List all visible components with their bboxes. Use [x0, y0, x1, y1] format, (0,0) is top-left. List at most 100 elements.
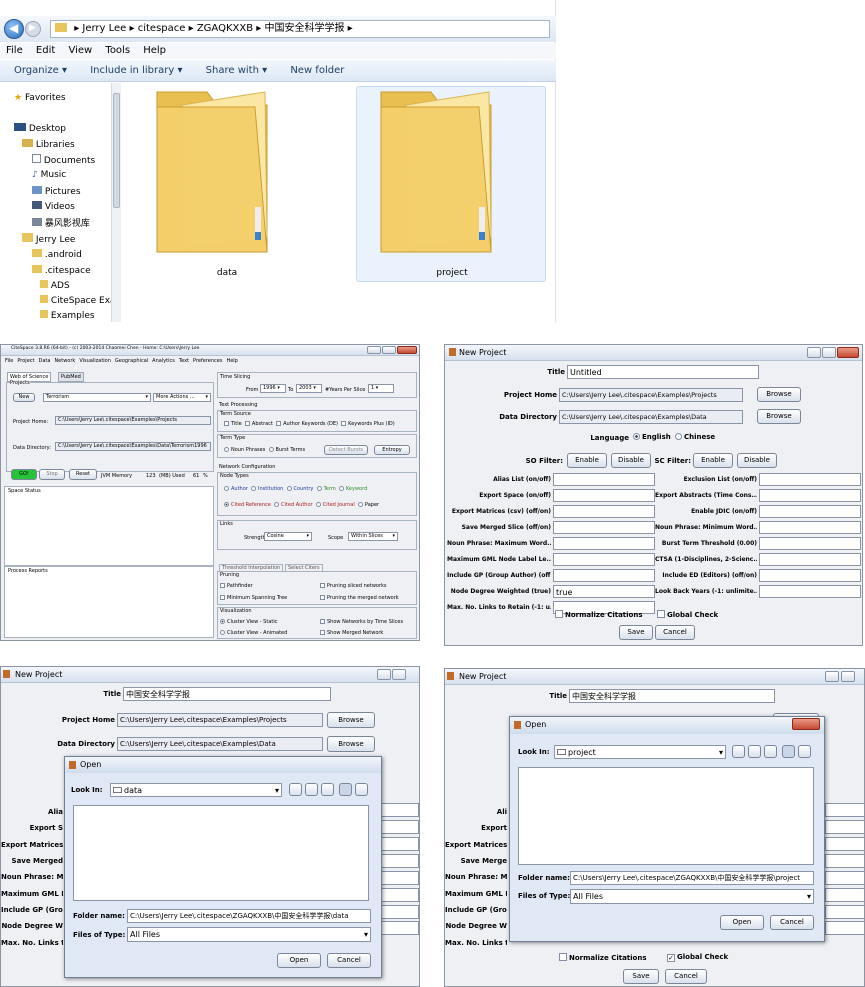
file-list[interactable]: [73, 805, 369, 901]
title-input[interactable]: 中国安全科学学报: [123, 687, 331, 701]
param-input[interactable]: [825, 888, 864, 902]
menu-item[interactable]: Analytics: [152, 358, 175, 364]
up-one-level-button[interactable]: [289, 783, 302, 796]
details-view-button[interactable]: [355, 783, 368, 796]
folder-name-input[interactable]: C:\Users\Jerry Lee\.citespace\ZGAQKXXB\中…: [127, 909, 371, 923]
close-button[interactable]: [397, 346, 417, 354]
save-button[interactable]: Save: [619, 625, 653, 640]
param-input[interactable]: [825, 905, 864, 919]
menu-item[interactable]: Data: [38, 358, 50, 364]
organize-button[interactable]: Organize ▾: [14, 65, 67, 76]
param-input[interactable]: [759, 537, 861, 550]
nav-desktop[interactable]: Desktop: [14, 123, 66, 134]
nav-citespace[interactable]: .citespace: [32, 265, 91, 276]
entropy-button[interactable]: Entropy: [374, 445, 410, 455]
noun-phrases-radio[interactable]: Noun Phrases: [224, 447, 265, 453]
project-home-field[interactable]: C:\Users\Jerry Lee\.citespace\Examples\P…: [559, 388, 743, 402]
nav-ads[interactable]: ADS: [40, 280, 70, 291]
maximize-button[interactable]: [841, 671, 855, 682]
title-input[interactable]: 中国安全科学学报: [569, 689, 775, 703]
browse-data-button[interactable]: Browse: [757, 409, 801, 424]
scroll-thumb[interactable]: [113, 93, 120, 208]
global-check-checkbox[interactable]: ✓ Global Check: [667, 953, 728, 962]
menu-item[interactable]: Text: [179, 358, 189, 364]
menu-item[interactable]: Project: [17, 358, 34, 364]
forward-button[interactable]: ▶: [25, 21, 41, 37]
data-directory-field[interactable]: C:\Users\Jerry Lee\.citespace\Examples\D…: [55, 442, 211, 451]
cancel-button[interactable]: Cancel: [655, 625, 695, 640]
nav-libraries[interactable]: Libraries: [22, 139, 75, 150]
more-actions-select[interactable]: More Actions ... ▾: [153, 393, 211, 402]
menu-edit[interactable]: Edit: [36, 45, 55, 56]
go-button[interactable]: GO!: [11, 469, 37, 480]
nav-examples[interactable]: Examples: [40, 310, 95, 321]
nav-videos[interactable]: Videos: [32, 201, 75, 212]
detect-bursts-button[interactable]: Detect Bursts: [324, 445, 368, 455]
menu-item[interactable]: Geographical: [115, 358, 148, 364]
nav-favorites[interactable]: ★ Favorites: [14, 93, 66, 103]
files-of-type-select[interactable]: All Files ▾: [570, 889, 814, 904]
nav-documents[interactable]: Documents: [32, 154, 95, 166]
nav-user[interactable]: Jerry Lee: [22, 233, 75, 245]
list-view-button[interactable]: [782, 745, 795, 758]
back-button[interactable]: ◀: [4, 19, 24, 39]
menu-item[interactable]: Visualization: [79, 358, 111, 364]
param-input[interactable]: [759, 585, 861, 598]
breadcrumb-item[interactable]: Jerry Lee: [82, 23, 126, 34]
to-year-select[interactable]: 2003 ▾: [296, 384, 322, 393]
folder-name-input[interactable]: C:\Users\Jerry Lee\.citespace\ZGAQKXXB\中…: [570, 871, 814, 885]
param-input[interactable]: [379, 921, 419, 935]
cited-reference-radio[interactable]: Cited Reference: [224, 502, 271, 508]
author-radio[interactable]: Author: [224, 486, 248, 492]
minimize-button[interactable]: [367, 346, 381, 354]
breadcrumb-item[interactable]: ZGAQKXXB: [197, 23, 253, 34]
project-home-field[interactable]: C:\Users\Jerry Lee\.citespace\Examples\P…: [55, 416, 211, 425]
maximize-button[interactable]: [382, 346, 396, 354]
folder-project[interactable]: project: [356, 86, 546, 282]
menu-item[interactable]: Help: [226, 358, 237, 364]
normalize-citations-checkbox[interactable]: Normalize Citations: [555, 610, 643, 619]
reset-button[interactable]: Reset: [69, 469, 97, 480]
minimize-button[interactable]: [807, 347, 821, 358]
from-year-select[interactable]: 1996 ▾: [260, 384, 286, 393]
project-home-field[interactable]: C:\Users\Jerry Lee\.citespace\Examples\P…: [117, 713, 323, 727]
menu-item[interactable]: Preferences: [193, 358, 222, 364]
breadcrumb-item[interactable]: citespace: [138, 23, 186, 34]
sc-enable-button[interactable]: Enable: [693, 453, 733, 468]
param-input[interactable]: [825, 837, 864, 851]
param-input[interactable]: [379, 871, 419, 885]
new-folder-button[interactable]: [321, 783, 334, 796]
home-button[interactable]: [305, 783, 318, 796]
keyword-radio[interactable]: Keyword: [338, 486, 367, 492]
param-input[interactable]: [759, 473, 861, 486]
title-checkbox[interactable]: Title: [224, 421, 242, 427]
nav-pictures[interactable]: Pictures: [32, 186, 81, 197]
minimize-button[interactable]: [377, 669, 391, 680]
country-radio[interactable]: Country: [286, 486, 313, 492]
param-input[interactable]: [553, 553, 655, 566]
abstract-checkbox[interactable]: Abstract: [244, 421, 273, 427]
save-button[interactable]: Save: [623, 969, 659, 984]
nav-citespace-exa[interactable]: CiteSpace Exa: [40, 295, 116, 306]
english-radio[interactable]: English: [633, 433, 671, 441]
nav-music[interactable]: ♪ Music: [32, 170, 66, 180]
new-project-button[interactable]: New: [13, 393, 35, 402]
menu-file[interactable]: File: [6, 45, 23, 56]
nav-android[interactable]: .android: [32, 249, 82, 260]
normalize-citations-checkbox[interactable]: Normalize Citations: [559, 953, 647, 962]
param-input[interactable]: [379, 820, 419, 834]
look-in-select[interactable]: project ▾: [554, 745, 726, 759]
nav-scrollbar[interactable]: [111, 83, 121, 322]
param-input[interactable]: true: [553, 585, 655, 598]
so-enable-button[interactable]: Enable: [567, 453, 607, 468]
pruning-merged-checkbox[interactable]: Pruning the merged network: [320, 595, 399, 601]
so-disable-button[interactable]: Disable: [611, 453, 651, 468]
cluster-animated-radio[interactable]: Cluster View - Animated: [220, 630, 287, 636]
param-input[interactable]: [553, 505, 655, 518]
keywords-plus-checkbox[interactable]: Keywords Plus (ID): [341, 421, 395, 427]
chinese-radio[interactable]: Chinese: [675, 433, 715, 441]
cancel-button[interactable]: Cancel: [770, 915, 814, 930]
param-input[interactable]: [825, 854, 864, 868]
param-input[interactable]: [553, 489, 655, 502]
data-directory-field[interactable]: C:\Users\Jerry Lee\.citespace\Examples\D…: [559, 410, 743, 424]
